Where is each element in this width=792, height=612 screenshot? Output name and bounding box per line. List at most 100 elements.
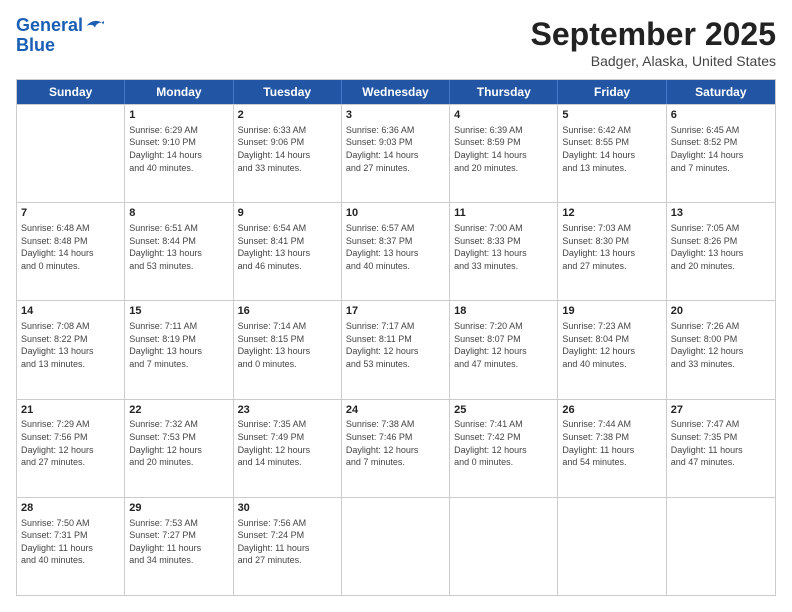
calendar-cell: 6Sunrise: 6:45 AM Sunset: 8:52 PM Daylig… xyxy=(667,105,775,202)
calendar-cell: 21Sunrise: 7:29 AM Sunset: 7:56 PM Dayli… xyxy=(17,400,125,497)
day-number: 21 xyxy=(21,403,120,418)
day-info: Sunrise: 7:41 AM Sunset: 7:42 PM Dayligh… xyxy=(454,418,553,468)
day-info: Sunrise: 6:39 AM Sunset: 8:59 PM Dayligh… xyxy=(454,124,553,174)
day-number: 28 xyxy=(21,501,120,516)
calendar-cell: 23Sunrise: 7:35 AM Sunset: 7:49 PM Dayli… xyxy=(234,400,342,497)
calendar-cell xyxy=(667,498,775,595)
day-info: Sunrise: 6:48 AM Sunset: 8:48 PM Dayligh… xyxy=(21,222,120,272)
logo-blue: Blue xyxy=(16,36,55,56)
calendar-row: 14Sunrise: 7:08 AM Sunset: 8:22 PM Dayli… xyxy=(17,300,775,398)
day-info: Sunrise: 6:36 AM Sunset: 9:03 PM Dayligh… xyxy=(346,124,445,174)
day-info: Sunrise: 7:29 AM Sunset: 7:56 PM Dayligh… xyxy=(21,418,120,468)
day-number: 24 xyxy=(346,403,445,418)
day-number: 25 xyxy=(454,403,553,418)
day-number: 23 xyxy=(238,403,337,418)
day-number: 4 xyxy=(454,108,553,123)
day-number: 22 xyxy=(129,403,228,418)
calendar-cell: 30Sunrise: 7:56 AM Sunset: 7:24 PM Dayli… xyxy=(234,498,342,595)
day-number: 18 xyxy=(454,304,553,319)
day-info: Sunrise: 6:42 AM Sunset: 8:55 PM Dayligh… xyxy=(562,124,661,174)
calendar-cell: 5Sunrise: 6:42 AM Sunset: 8:55 PM Daylig… xyxy=(558,105,666,202)
day-number: 13 xyxy=(671,206,771,221)
logo: General Blue xyxy=(16,16,105,56)
day-info: Sunrise: 6:51 AM Sunset: 8:44 PM Dayligh… xyxy=(129,222,228,272)
day-number: 10 xyxy=(346,206,445,221)
calendar-cell: 4Sunrise: 6:39 AM Sunset: 8:59 PM Daylig… xyxy=(450,105,558,202)
day-number: 27 xyxy=(671,403,771,418)
calendar-cell: 25Sunrise: 7:41 AM Sunset: 7:42 PM Dayli… xyxy=(450,400,558,497)
day-number: 8 xyxy=(129,206,228,221)
calendar-row: 1Sunrise: 6:29 AM Sunset: 9:10 PM Daylig… xyxy=(17,104,775,202)
day-number: 20 xyxy=(671,304,771,319)
calendar-cell: 11Sunrise: 7:00 AM Sunset: 8:33 PM Dayli… xyxy=(450,203,558,300)
calendar-header: SundayMondayTuesdayWednesdayThursdayFrid… xyxy=(17,80,775,104)
calendar-cell: 9Sunrise: 6:54 AM Sunset: 8:41 PM Daylig… xyxy=(234,203,342,300)
day-info: Sunrise: 7:56 AM Sunset: 7:24 PM Dayligh… xyxy=(238,517,337,567)
weekday-header: Sunday xyxy=(17,80,125,104)
weekday-header: Thursday xyxy=(450,80,558,104)
weekday-header: Saturday xyxy=(667,80,775,104)
calendar-cell: 28Sunrise: 7:50 AM Sunset: 7:31 PM Dayli… xyxy=(17,498,125,595)
day-number: 12 xyxy=(562,206,661,221)
calendar-cell: 12Sunrise: 7:03 AM Sunset: 8:30 PM Dayli… xyxy=(558,203,666,300)
calendar-cell xyxy=(17,105,125,202)
calendar-cell: 18Sunrise: 7:20 AM Sunset: 8:07 PM Dayli… xyxy=(450,301,558,398)
day-info: Sunrise: 7:08 AM Sunset: 8:22 PM Dayligh… xyxy=(21,320,120,370)
day-info: Sunrise: 6:29 AM Sunset: 9:10 PM Dayligh… xyxy=(129,124,228,174)
calendar-cell: 13Sunrise: 7:05 AM Sunset: 8:26 PM Dayli… xyxy=(667,203,775,300)
day-info: Sunrise: 7:32 AM Sunset: 7:53 PM Dayligh… xyxy=(129,418,228,468)
day-number: 30 xyxy=(238,501,337,516)
day-number: 29 xyxy=(129,501,228,516)
calendar-cell: 1Sunrise: 6:29 AM Sunset: 9:10 PM Daylig… xyxy=(125,105,233,202)
day-number: 5 xyxy=(562,108,661,123)
calendar-cell: 24Sunrise: 7:38 AM Sunset: 7:46 PM Dayli… xyxy=(342,400,450,497)
day-info: Sunrise: 7:23 AM Sunset: 8:04 PM Dayligh… xyxy=(562,320,661,370)
day-info: Sunrise: 7:44 AM Sunset: 7:38 PM Dayligh… xyxy=(562,418,661,468)
day-number: 16 xyxy=(238,304,337,319)
weekday-header: Wednesday xyxy=(342,80,450,104)
calendar-cell: 7Sunrise: 6:48 AM Sunset: 8:48 PM Daylig… xyxy=(17,203,125,300)
calendar-cell xyxy=(558,498,666,595)
day-number: 19 xyxy=(562,304,661,319)
main-title: September 2025 xyxy=(531,16,776,53)
day-number: 26 xyxy=(562,403,661,418)
calendar-cell: 26Sunrise: 7:44 AM Sunset: 7:38 PM Dayli… xyxy=(558,400,666,497)
day-info: Sunrise: 6:54 AM Sunset: 8:41 PM Dayligh… xyxy=(238,222,337,272)
header: General Blue September 2025 Badger, Alas… xyxy=(16,16,776,69)
calendar-cell: 15Sunrise: 7:11 AM Sunset: 8:19 PM Dayli… xyxy=(125,301,233,398)
calendar-cell xyxy=(342,498,450,595)
subtitle: Badger, Alaska, United States xyxy=(531,53,776,69)
calendar-cell: 27Sunrise: 7:47 AM Sunset: 7:35 PM Dayli… xyxy=(667,400,775,497)
page: General Blue September 2025 Badger, Alas… xyxy=(0,0,792,612)
calendar-cell: 17Sunrise: 7:17 AM Sunset: 8:11 PM Dayli… xyxy=(342,301,450,398)
calendar-cell: 16Sunrise: 7:14 AM Sunset: 8:15 PM Dayli… xyxy=(234,301,342,398)
calendar-cell: 29Sunrise: 7:53 AM Sunset: 7:27 PM Dayli… xyxy=(125,498,233,595)
calendar-cell: 8Sunrise: 6:51 AM Sunset: 8:44 PM Daylig… xyxy=(125,203,233,300)
calendar-cell xyxy=(450,498,558,595)
day-number: 9 xyxy=(238,206,337,221)
day-info: Sunrise: 7:38 AM Sunset: 7:46 PM Dayligh… xyxy=(346,418,445,468)
calendar-row: 7Sunrise: 6:48 AM Sunset: 8:48 PM Daylig… xyxy=(17,202,775,300)
day-info: Sunrise: 7:11 AM Sunset: 8:19 PM Dayligh… xyxy=(129,320,228,370)
calendar-cell: 14Sunrise: 7:08 AM Sunset: 8:22 PM Dayli… xyxy=(17,301,125,398)
day-info: Sunrise: 7:53 AM Sunset: 7:27 PM Dayligh… xyxy=(129,517,228,567)
day-info: Sunrise: 7:35 AM Sunset: 7:49 PM Dayligh… xyxy=(238,418,337,468)
day-info: Sunrise: 7:17 AM Sunset: 8:11 PM Dayligh… xyxy=(346,320,445,370)
calendar-row: 28Sunrise: 7:50 AM Sunset: 7:31 PM Dayli… xyxy=(17,497,775,595)
calendar-cell: 2Sunrise: 6:33 AM Sunset: 9:06 PM Daylig… xyxy=(234,105,342,202)
day-info: Sunrise: 7:26 AM Sunset: 8:00 PM Dayligh… xyxy=(671,320,771,370)
day-info: Sunrise: 7:14 AM Sunset: 8:15 PM Dayligh… xyxy=(238,320,337,370)
day-number: 7 xyxy=(21,206,120,221)
day-info: Sunrise: 7:03 AM Sunset: 8:30 PM Dayligh… xyxy=(562,222,661,272)
day-info: Sunrise: 7:50 AM Sunset: 7:31 PM Dayligh… xyxy=(21,517,120,567)
calendar-cell: 20Sunrise: 7:26 AM Sunset: 8:00 PM Dayli… xyxy=(667,301,775,398)
day-number: 2 xyxy=(238,108,337,123)
calendar-cell: 3Sunrise: 6:36 AM Sunset: 9:03 PM Daylig… xyxy=(342,105,450,202)
day-number: 15 xyxy=(129,304,228,319)
calendar-cell: 10Sunrise: 6:57 AM Sunset: 8:37 PM Dayli… xyxy=(342,203,450,300)
day-number: 17 xyxy=(346,304,445,319)
day-number: 3 xyxy=(346,108,445,123)
calendar: SundayMondayTuesdayWednesdayThursdayFrid… xyxy=(16,79,776,596)
day-number: 6 xyxy=(671,108,771,123)
weekday-header: Tuesday xyxy=(234,80,342,104)
